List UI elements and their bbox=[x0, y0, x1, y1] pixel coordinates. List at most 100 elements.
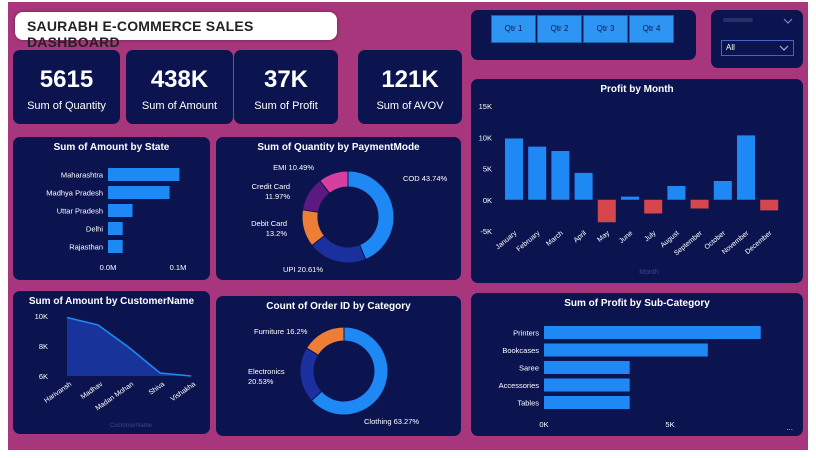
data-label: 13.2% bbox=[266, 229, 288, 238]
chart-quantity-by-paymentmode: Sum of Quantity by PaymentMode COD 43.74… bbox=[216, 137, 461, 280]
category-label: Rajasthan bbox=[69, 243, 103, 252]
x-axis-title: CustomerName bbox=[110, 423, 153, 429]
data-label: Debit Card bbox=[251, 219, 287, 228]
data-label: Clothing 63.27% bbox=[364, 417, 419, 426]
state-dropdown[interactable]: All bbox=[721, 40, 794, 56]
chart-amount-by-state: Sum of Amount by State Maharashtra Madhya… bbox=[13, 137, 210, 280]
slicer-header-placeholder bbox=[723, 18, 753, 22]
kpi-card-avov: 121K Sum of AVOV bbox=[358, 50, 462, 124]
bar bbox=[713, 181, 732, 200]
profit-by-subcategory-svg: Printers Bookcases Saree Accessories Tables 0… bbox=[499, 326, 761, 429]
quarter-button-qtr1[interactable]: Qtr 1 bbox=[491, 15, 536, 43]
y-tick-label: -5K bbox=[480, 227, 492, 236]
bar bbox=[108, 222, 123, 235]
x-tick-label: February bbox=[516, 230, 542, 254]
x-tick-label: June bbox=[618, 230, 634, 245]
data-label: Electronics bbox=[248, 367, 285, 376]
state-slicer: All bbox=[711, 10, 803, 68]
bar bbox=[644, 199, 663, 214]
category-label: Madhya Pradesh bbox=[46, 189, 103, 198]
category-label: Saree bbox=[519, 364, 539, 373]
category-label: Printers bbox=[513, 329, 539, 338]
x-axis-title: Month bbox=[639, 269, 659, 276]
x-tick-label: Shiva bbox=[148, 381, 166, 397]
x-tick-label: July bbox=[643, 230, 657, 244]
chart-profit-by-month: Profit by Month 15K 10K 5K 0K -5K January Febr… bbox=[471, 79, 803, 283]
data-label: Credit Card bbox=[252, 182, 290, 191]
amount-by-state-svg: Maharashtra Madhya Pradesh Uttar Pradesh De… bbox=[46, 168, 187, 272]
bar bbox=[544, 326, 761, 339]
category-label: Bookcases bbox=[502, 346, 539, 355]
kpi-label: Sum of AVOV bbox=[376, 100, 444, 112]
quarter-button-qtr2[interactable]: Qtr 2 bbox=[537, 15, 582, 43]
y-tick-label: 15K bbox=[479, 102, 492, 111]
kpi-value: 37K bbox=[263, 66, 309, 93]
x-tick-label: 0K bbox=[539, 420, 548, 429]
x-tick-label: August bbox=[659, 230, 680, 249]
bar bbox=[544, 361, 630, 374]
quarter-slicer: Qtr 1 Qtr 2 Qtr 3 Qtr 4 bbox=[471, 10, 696, 60]
kpi-card-amount: 438K Sum of Amount bbox=[126, 50, 233, 124]
kpi-value: 438K bbox=[150, 66, 209, 93]
x-tick-label: 0.0M bbox=[100, 263, 117, 272]
category-label: Accessories bbox=[499, 381, 540, 390]
profit-by-month-svg: 15K10K5K0K-5K JanuaryFebruary March April Ma… bbox=[479, 102, 779, 276]
category-label: Tables bbox=[517, 399, 539, 408]
x-tick-label: May bbox=[596, 230, 611, 244]
bar bbox=[667, 186, 686, 200]
data-label: 11.97% bbox=[265, 192, 290, 201]
bar bbox=[574, 172, 593, 200]
chevron-down-icon bbox=[779, 45, 789, 51]
x-tick-label: April bbox=[573, 230, 589, 245]
dashboard-title: SAURABH E-COMMERCE SALES DASHBOARD bbox=[27, 18, 254, 50]
x-tick-label: 0.1M bbox=[170, 263, 187, 272]
amount-by-customer-svg: 10K8K6KHarivansh MadhavMadan Mohan Shiva Vi… bbox=[35, 312, 198, 429]
y-tick-label: 8K bbox=[39, 342, 48, 351]
data-label: 20.53% bbox=[248, 377, 274, 386]
bar bbox=[544, 378, 630, 392]
data-label: EMI 10.49% bbox=[273, 163, 314, 172]
chart-profit-by-subcategory: Sum of Profit by Sub-Category Printers Bo… bbox=[471, 293, 803, 436]
more-options-icon[interactable]: ... bbox=[786, 423, 793, 432]
bar bbox=[505, 138, 523, 200]
quarter-button-qtr3[interactable]: Qtr 3 bbox=[583, 15, 628, 43]
kpi-label: Sum of Profit bbox=[254, 100, 318, 112]
data-label: UPI 20.61% bbox=[283, 265, 323, 274]
paymentmode-donut-svg: COD 43.74% UPI 20.61% Debit Card13.2% Credi… bbox=[251, 163, 448, 274]
bar bbox=[108, 204, 133, 217]
bar bbox=[528, 146, 547, 200]
y-tick-label: 0K bbox=[483, 196, 492, 205]
bar bbox=[551, 151, 570, 200]
bar bbox=[108, 168, 180, 181]
bar bbox=[737, 135, 755, 200]
kpi-card-quantity: 5615 Sum of Quantity bbox=[13, 50, 120, 124]
category-label: Uttar Pradesh bbox=[57, 207, 103, 216]
dashboard-title-box: SAURABH E-COMMERCE SALES DASHBOARD bbox=[15, 12, 337, 50]
kpi-label: Sum of Amount bbox=[141, 100, 218, 112]
kpi-card-profit: 37K Sum of Profit bbox=[234, 50, 338, 124]
bar bbox=[760, 199, 779, 211]
bar bbox=[108, 186, 170, 199]
kpi-value: 5615 bbox=[39, 66, 94, 93]
category-label: Delhi bbox=[86, 225, 103, 234]
quarter-button-qtr4[interactable]: Qtr 4 bbox=[629, 15, 674, 43]
kpi-value: 121K bbox=[381, 66, 439, 93]
category-donut-svg: Clothing 63.27% Electronics20.53% Furnitur… bbox=[248, 326, 419, 426]
slicer-chevron-icon bbox=[783, 18, 793, 24]
y-tick-label: 10K bbox=[35, 312, 48, 321]
bar bbox=[690, 199, 709, 209]
donut-slice bbox=[305, 326, 345, 356]
x-tick-label: Madhav bbox=[80, 381, 105, 401]
x-tick-label: Harivansh bbox=[43, 381, 73, 405]
kpi-label: Sum of Quantity bbox=[27, 100, 106, 112]
y-tick-label: 6K bbox=[39, 372, 48, 381]
dashboard-canvas: SAURABH E-COMMERCE SALES DASHBOARD 5615 … bbox=[8, 2, 808, 450]
category-label: Maharashtra bbox=[61, 171, 104, 180]
data-label: COD 43.74% bbox=[403, 174, 448, 183]
bar bbox=[544, 396, 630, 409]
data-label: Furniture 16.2% bbox=[254, 327, 308, 336]
y-tick-label: 10K bbox=[479, 133, 492, 142]
x-tick-label: March bbox=[545, 230, 564, 248]
x-tick-label: Vishakha bbox=[170, 381, 198, 403]
chart-amount-by-customer: Sum of Amount by CustomerName 10K 8K 6K Har… bbox=[13, 291, 210, 434]
